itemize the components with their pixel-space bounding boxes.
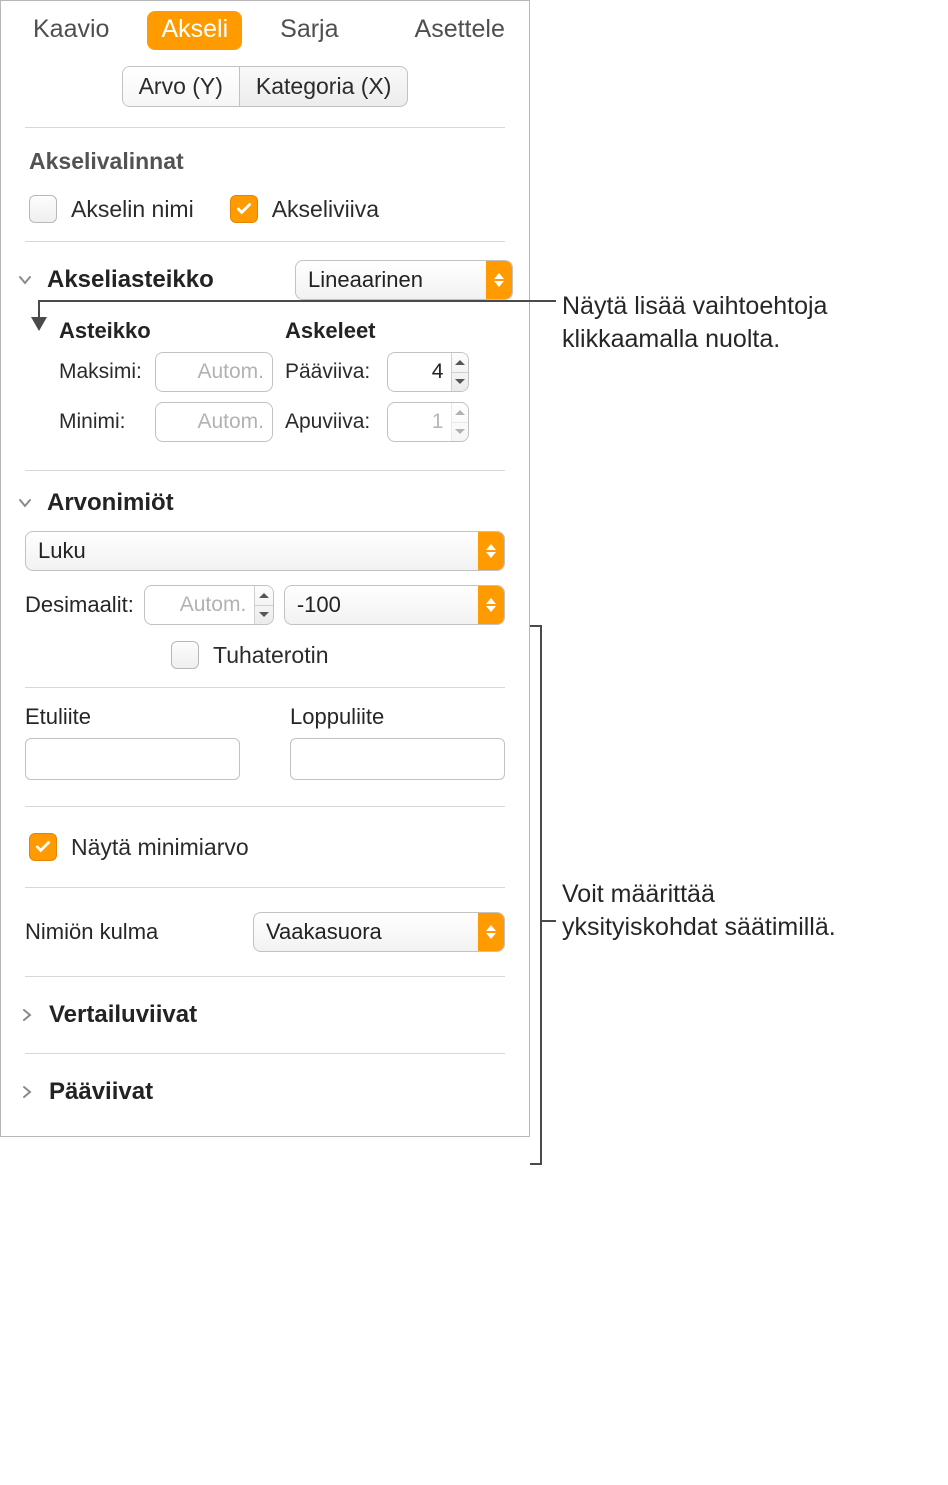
max-label: Maksimi: xyxy=(59,360,147,384)
chevron-down-icon xyxy=(15,493,35,513)
show-min-checkbox[interactable] xyxy=(29,833,57,861)
axis-segmented-control-wrap: Arvo (Y) Kategoria (X) xyxy=(1,58,529,127)
scale-heading: Asteikko xyxy=(59,318,275,352)
axis-scale-type-popup[interactable]: Lineaarinen xyxy=(295,260,513,300)
negative-format-value: -100 xyxy=(297,592,478,618)
axis-line-checkbox[interactable] xyxy=(230,195,258,223)
axis-line-label: Akseliviiva xyxy=(272,196,379,223)
popup-stepper-icon xyxy=(478,586,504,624)
tab-series[interactable]: Sarja xyxy=(266,11,352,50)
axis-name-label: Akselin nimi xyxy=(71,196,194,223)
axis-segmented-control: Arvo (Y) Kategoria (X) xyxy=(122,66,409,107)
callout-bracket xyxy=(540,920,556,922)
major-field[interactable] xyxy=(387,352,469,392)
max-field[interactable] xyxy=(155,352,273,392)
axis-scale-title: Akseliasteikko xyxy=(47,266,214,294)
decimals-stepper[interactable] xyxy=(254,586,273,624)
axis-options-title: Akselivalinnat xyxy=(1,128,529,189)
value-labels-title: Arvonimiöt xyxy=(47,489,174,517)
suffix-label: Loppuliite xyxy=(290,704,505,738)
axis-scale-disclosure[interactable]: Akseliasteikko Lineaarinen xyxy=(1,242,529,314)
decimals-label: Desimaalit: xyxy=(25,592,134,618)
min-label: Minimi: xyxy=(59,410,147,434)
chevron-down-icon xyxy=(15,270,35,290)
prefix-label: Etuliite xyxy=(25,704,240,738)
popup-stepper-icon xyxy=(478,532,504,570)
segment-value-y[interactable]: Arvo (Y) xyxy=(123,67,240,106)
thousands-separator-checkbox[interactable] xyxy=(171,641,199,669)
popup-stepper-icon xyxy=(478,913,504,951)
minor-field[interactable] xyxy=(387,402,469,442)
segment-category-x[interactable]: Kategoria (X) xyxy=(240,67,408,106)
tab-bar: Kaavio Akseli Sarja Asettele xyxy=(1,1,529,58)
popup-stepper-icon xyxy=(486,261,512,299)
chevron-right-icon xyxy=(17,1082,37,1102)
axis-scale-grid: Asteikko Maksimi: Minimi: Askeleet Päävi… xyxy=(1,314,529,470)
callout-top: Näytä lisää vaihtoehtoja klikkaamalla nu… xyxy=(562,290,922,355)
min-input[interactable] xyxy=(156,403,272,441)
decimals-input[interactable] xyxy=(145,586,254,624)
label-format-popup[interactable]: Luku xyxy=(25,531,505,571)
suffix-input[interactable] xyxy=(291,739,504,779)
label-angle-value: Vaakasuora xyxy=(266,919,478,945)
tab-chart[interactable]: Kaavio xyxy=(19,11,123,50)
thousands-separator-label: Tuhaterotin xyxy=(213,642,329,669)
negative-format-popup[interactable]: -100 xyxy=(284,585,505,625)
minor-label: Apuviiva: xyxy=(285,410,379,434)
label-format-value: Luku xyxy=(38,538,478,564)
gridlines-disclosure[interactable]: Pääviivat xyxy=(1,1054,529,1136)
callout-line xyxy=(38,300,556,302)
reference-lines-title: Vertailuviivat xyxy=(49,1001,197,1029)
prefix-field[interactable] xyxy=(25,738,240,780)
axis-scale-type-value: Lineaarinen xyxy=(308,267,486,293)
chevron-right-icon xyxy=(17,1005,37,1025)
min-field[interactable] xyxy=(155,402,273,442)
callout-bracket xyxy=(540,625,542,1165)
tab-arrange[interactable]: Asettele xyxy=(401,11,519,50)
value-labels-disclosure[interactable]: Arvonimiöt xyxy=(1,471,529,531)
steps-heading: Askeleet xyxy=(285,318,501,352)
decimals-field[interactable] xyxy=(144,585,274,625)
callout-mid: Voit määrittää yksityiskohdat säätimillä… xyxy=(562,878,862,943)
max-input[interactable] xyxy=(156,353,272,391)
prefix-input[interactable] xyxy=(26,739,239,779)
reference-lines-disclosure[interactable]: Vertailuviivat xyxy=(1,977,529,1053)
arrowhead-icon xyxy=(31,317,47,331)
label-angle-label: Nimiön kulma xyxy=(25,919,239,945)
tab-axis[interactable]: Akseli xyxy=(147,11,242,50)
label-angle-popup[interactable]: Vaakasuora xyxy=(253,912,505,952)
callout-bracket xyxy=(530,625,542,627)
minor-stepper xyxy=(451,403,468,441)
major-label: Pääviiva: xyxy=(285,360,379,384)
major-input[interactable] xyxy=(388,353,451,391)
minor-input[interactable] xyxy=(388,403,451,441)
suffix-field[interactable] xyxy=(290,738,505,780)
major-stepper[interactable] xyxy=(451,353,468,391)
gridlines-title: Pääviivat xyxy=(49,1078,153,1106)
callout-bracket xyxy=(530,1163,542,1165)
show-min-label: Näytä minimiarvo xyxy=(71,834,249,861)
inspector-panel: Kaavio Akseli Sarja Asettele Arvo (Y) Ka… xyxy=(0,0,530,1137)
axis-name-checkbox[interactable] xyxy=(29,195,57,223)
